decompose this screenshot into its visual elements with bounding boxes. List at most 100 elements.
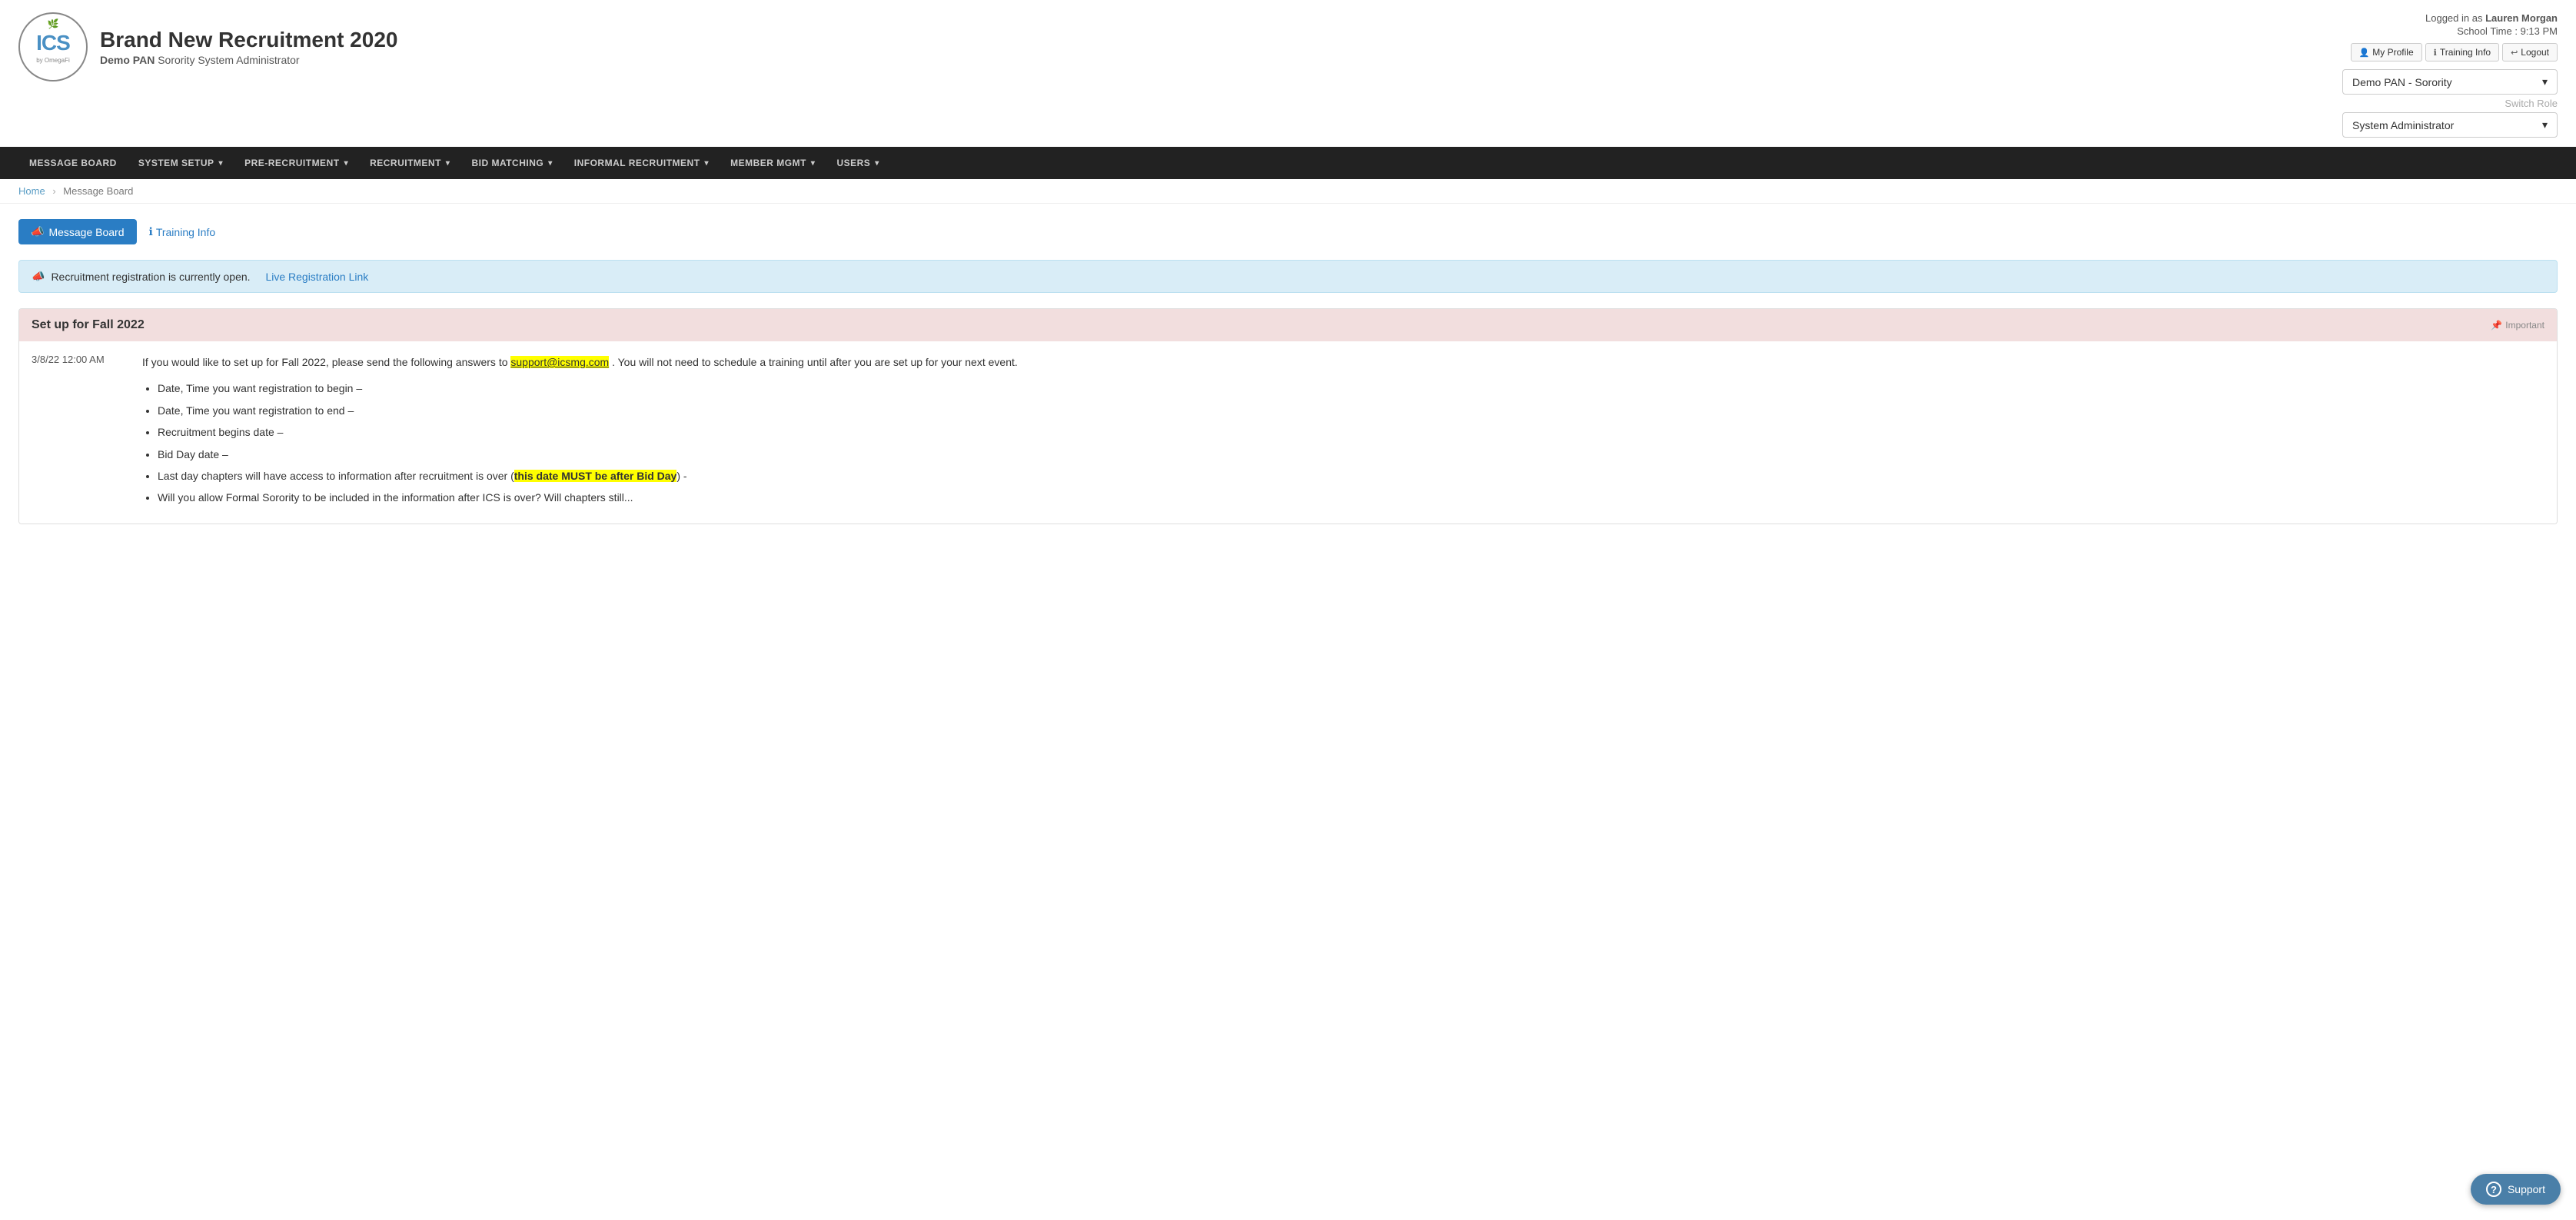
message-body-intro: If you would like to set up for Fall 202… xyxy=(142,356,508,368)
message-bullet-list: Date, Time you want registration to begi… xyxy=(158,380,1018,506)
nav-informal-recruitment-label: INFORMAL RECRUITMENT xyxy=(574,158,700,168)
header-right: Logged in as Lauren Morgan School Time :… xyxy=(2342,12,2558,141)
logo-wreath-icon: 🌿 xyxy=(48,18,59,29)
nav-informal-recruitment-arrow-icon: ▾ xyxy=(705,159,710,168)
support-question-icon: ? xyxy=(2486,1182,2501,1197)
training-info-link[interactable]: ℹ Training Info xyxy=(149,225,216,238)
nav-users-label: USERS xyxy=(836,158,870,168)
important-label: 📌 Important xyxy=(2491,320,2544,331)
support-label: Support xyxy=(2508,1183,2545,1195)
header-left: 🌿 ICS by OmegaFi Brand New Recruitment 2… xyxy=(18,12,397,81)
highlight-important-text: this date MUST be after Bid Day xyxy=(514,470,677,482)
breadcrumb-separator: › xyxy=(52,185,55,197)
pin-icon: 📌 xyxy=(2491,320,2502,331)
switch-role-label: Switch Role xyxy=(2342,98,2558,109)
organization-dropdown[interactable]: Demo PAN - Sorority ▾ xyxy=(2342,69,2558,95)
breadcrumb-current: Message Board xyxy=(63,185,133,197)
nav-message-board[interactable]: MESSAGE BOARD xyxy=(18,147,128,179)
list-item: Date, Time you want registration to begi… xyxy=(158,380,1018,397)
nav-users[interactable]: USERS ▾ xyxy=(826,147,889,179)
message-board-btn-label: Message Board xyxy=(48,226,124,238)
action-row: 📣 Message Board ℹ Training Info xyxy=(18,219,2558,244)
nav-recruitment[interactable]: RECRUITMENT ▾ xyxy=(359,147,460,179)
important-text: Important xyxy=(2505,320,2544,331)
nav-recruitment-arrow-icon: ▾ xyxy=(446,159,450,168)
list-item: Will you allow Formal Sorority to be inc… xyxy=(158,489,1018,506)
nav-member-mgmt-label: MEMBER MGMT xyxy=(730,158,806,168)
training-info-label: Training Info xyxy=(2440,47,2491,58)
training-info-link-label: Training Info xyxy=(156,226,215,238)
list-item: Date, Time you want registration to end … xyxy=(158,402,1018,419)
message-date: 3/8/22 12:00 AM xyxy=(32,354,124,511)
logo-sub: by OmegaFi xyxy=(36,57,70,64)
logout-icon: ↩ xyxy=(2511,48,2518,58)
nav-pre-recruitment-label: PRE-RECRUITMENT xyxy=(244,158,340,168)
megaphone-icon: 📣 xyxy=(31,225,44,238)
support-button[interactable]: ? Support xyxy=(2471,1174,2561,1205)
message-intro-paragraph: If you would like to set up for Fall 202… xyxy=(142,354,1018,371)
role-dropdown-container: System Administrator ▾ xyxy=(2342,112,2558,138)
page-title: Brand New Recruitment 2020 xyxy=(100,28,397,52)
nav-recruitment-label: RECRUITMENT xyxy=(370,158,441,168)
org-name: Demo PAN xyxy=(100,54,155,66)
nav-bid-matching-label: BID MATCHING xyxy=(471,158,543,168)
my-profile-button[interactable]: 👤 My Profile xyxy=(2351,43,2422,61)
nav-pre-recruitment-arrow-icon: ▾ xyxy=(344,159,349,168)
message-board-button[interactable]: 📣 Message Board xyxy=(18,219,137,244)
list-item: Last day chapters will have access to in… xyxy=(158,467,1018,484)
message-title: Set up for Fall 2022 xyxy=(32,318,145,332)
header-title-block: Brand New Recruitment 2020 Demo PAN Soro… xyxy=(100,28,397,66)
nav-system-setup-arrow-icon: ▾ xyxy=(219,159,224,168)
logout-button[interactable]: ↩ Logout xyxy=(2502,43,2558,61)
role-dropdown[interactable]: System Administrator ▾ xyxy=(2342,112,2558,138)
nav-bid-matching-arrow-icon: ▾ xyxy=(548,159,553,168)
header-subtitle: Demo PAN Sorority System Administrator xyxy=(100,54,397,66)
chevron-down-icon: ▾ xyxy=(2542,75,2548,88)
role-chevron-down-icon: ▾ xyxy=(2542,118,2548,131)
list-item: Bid Day date – xyxy=(158,446,1018,463)
breadcrumb: Home › Message Board xyxy=(0,179,2576,204)
nav-system-setup[interactable]: SYSTEM SETUP ▾ xyxy=(128,147,234,179)
message-section: Set up for Fall 2022 📌 Important 3/8/22 … xyxy=(18,308,2558,524)
nav-informal-recruitment[interactable]: INFORMAL RECRUITMENT ▾ xyxy=(563,147,720,179)
nav-member-mgmt[interactable]: MEMBER MGMT ▾ xyxy=(720,147,826,179)
breadcrumb-home[interactable]: Home xyxy=(18,185,45,197)
message-body: 3/8/22 12:00 AM If you would like to set… xyxy=(19,341,2557,524)
registration-banner: 📣 Recruitment registration is currently … xyxy=(18,260,2558,293)
logged-in-user: Lauren Morgan xyxy=(2485,12,2558,24)
nav-bid-matching[interactable]: BID MATCHING ▾ xyxy=(460,147,563,179)
logged-in-info: Logged in as Lauren Morgan xyxy=(2342,12,2558,24)
school-time-label: School Time : xyxy=(2457,25,2518,37)
school-time: School Time : 9:13 PM xyxy=(2342,25,2558,37)
organization-dropdown-container: Demo PAN - Sorority ▾ xyxy=(2342,69,2558,95)
nav-pre-recruitment[interactable]: PRE-RECRUITMENT ▾ xyxy=(234,147,359,179)
message-header: Set up for Fall 2022 📌 Important xyxy=(19,309,2557,341)
role-description: Sorority System Administrator xyxy=(158,54,299,66)
logo: 🌿 ICS by OmegaFi xyxy=(18,12,88,81)
info-icon: ℹ xyxy=(2434,48,2437,58)
navbar: MESSAGE BOARD SYSTEM SETUP ▾ PRE-RECRUIT… xyxy=(0,147,2576,179)
my-profile-label: My Profile xyxy=(2372,47,2413,58)
logo-text: ICS xyxy=(36,31,70,55)
message-body-after-email: . You will not need to schedule a traini… xyxy=(612,356,1018,368)
support-email-link[interactable]: support@icsmg.com xyxy=(510,356,609,368)
logout-label: Logout xyxy=(2521,47,2549,58)
registration-banner-text: Recruitment registration is currently op… xyxy=(51,271,250,283)
message-content: If you would like to set up for Fall 202… xyxy=(142,354,1018,511)
live-registration-link[interactable]: Live Registration Link xyxy=(265,271,368,283)
header-buttons: 👤 My Profile ℹ Training Info ↩ Logout xyxy=(2342,43,2558,61)
nav-member-mgmt-arrow-icon: ▾ xyxy=(811,159,816,168)
banner-megaphone-icon: 📣 xyxy=(32,270,45,283)
logged-in-label: Logged in as xyxy=(2425,12,2482,24)
profile-icon: 👤 xyxy=(2359,48,2370,58)
nav-users-arrow-icon: ▾ xyxy=(875,159,879,168)
training-info-button[interactable]: ℹ Training Info xyxy=(2425,43,2499,61)
nav-system-setup-label: SYSTEM SETUP xyxy=(138,158,214,168)
school-time-value: 9:13 PM xyxy=(2521,25,2558,37)
training-info-link-icon: ℹ xyxy=(149,225,153,238)
header: 🌿 ICS by OmegaFi Brand New Recruitment 2… xyxy=(0,0,2576,147)
nav-message-board-label: MESSAGE BOARD xyxy=(29,158,117,168)
organization-selected: Demo PAN - Sorority xyxy=(2352,76,2452,88)
page-content: 📣 Message Board ℹ Training Info 📣 Recrui… xyxy=(0,204,2576,540)
role-selected: System Administrator xyxy=(2352,119,2454,131)
